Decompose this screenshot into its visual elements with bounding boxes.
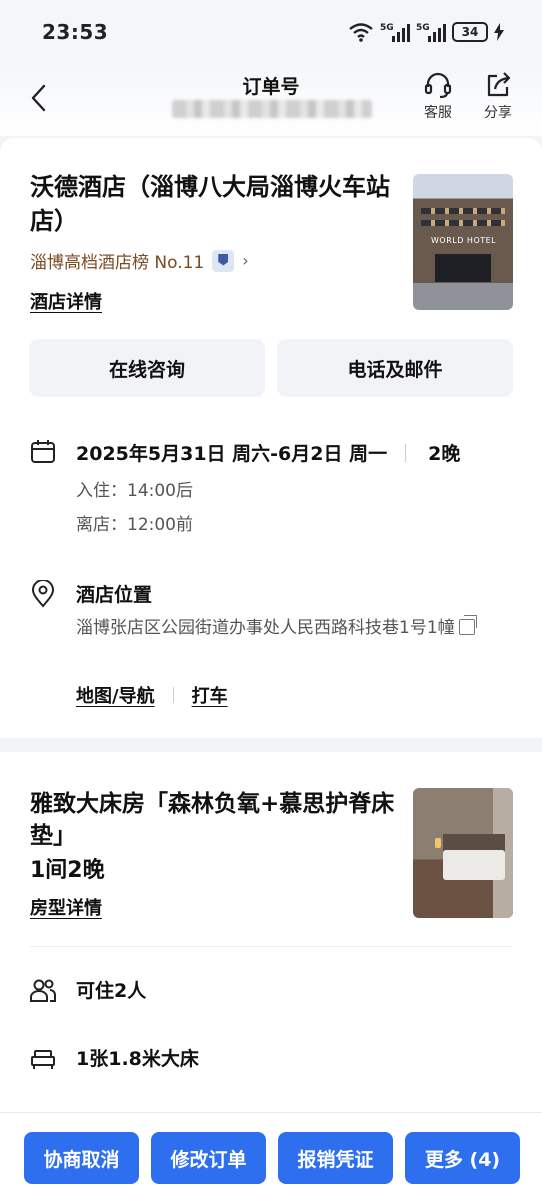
- room-quantity: 1间2晚: [30, 858, 105, 883]
- map-navigation-link[interactable]: 地图/导航: [76, 682, 155, 708]
- chevron-right-icon: ›: [242, 251, 249, 270]
- hotel-address: 淄博张店区公园街道办事处人民西路科技巷1号1幢: [76, 614, 516, 642]
- rank-badge-icon: [212, 249, 235, 272]
- customer-service-label: 客服: [424, 105, 452, 121]
- room-name: 雅致大床房「森林负氧+慕思护脊床垫」: [30, 791, 395, 849]
- occupancy-row: 可住2人: [30, 976, 146, 1003]
- location-title: 酒店位置: [76, 584, 153, 606]
- hotel-photo-sign: WORLD HOTEL: [431, 236, 497, 245]
- hotel-rank-text: 淄博高档酒店榜 No.11: [30, 253, 205, 273]
- location-pin-icon: [31, 580, 55, 608]
- online-consult-button[interactable]: 在线咨询: [29, 339, 265, 397]
- contact-buttons: 在线咨询 电话及邮件: [29, 339, 513, 397]
- headset-icon: [424, 72, 452, 99]
- bed-row: 1张1.8米大床: [30, 1044, 199, 1071]
- status-bar: 23:53 5G 5G 34: [0, 0, 542, 64]
- hotel-name: 沃德酒店（淄博八大局淄博火车站店）: [30, 173, 390, 235]
- share-label: 分享: [484, 105, 512, 121]
- hotel-photo[interactable]: WORLD HOTEL: [413, 174, 513, 310]
- header: 订单号 客服 分享: [0, 64, 542, 136]
- copy-icon[interactable]: [458, 615, 477, 635]
- customer-service-button[interactable]: 客服: [414, 70, 462, 122]
- checkout-time: 离店：12:00前: [76, 515, 193, 535]
- modify-order-button[interactable]: 修改订单: [151, 1132, 266, 1184]
- phone-email-button[interactable]: 电话及邮件: [277, 339, 513, 397]
- order-number-redacted: [172, 100, 372, 118]
- location-links: 地图/导航 打车: [76, 682, 228, 708]
- divider: [30, 946, 512, 947]
- share-button[interactable]: 分享: [474, 70, 522, 122]
- status-icons: 5G 5G 34: [348, 21, 504, 43]
- wifi-icon: [349, 23, 373, 42]
- calendar-icon: [31, 440, 55, 463]
- status-time: 23:53: [42, 20, 109, 44]
- hotel-address-text: 淄博张店区公园街道办事处人民西路科技巷1号1幢: [76, 618, 455, 638]
- stay-dates: 2025年5月31日 周六-6月2日 周一 2晚: [76, 439, 460, 466]
- negotiate-cancel-button[interactable]: 协商取消: [24, 1132, 139, 1184]
- svg-text:5G: 5G: [380, 23, 394, 33]
- room-detail-link[interactable]: 房型详情: [30, 894, 102, 920]
- stay-nights: 2晚: [428, 443, 461, 465]
- hotel-rank-link[interactable]: 淄博高档酒店榜 No.11 ›: [30, 248, 249, 273]
- room-card: 雅致大床房「森林负氧+慕思护脊床垫」 1间2晚 房型详情 可住2人 1张1.8米…: [0, 752, 542, 1112]
- share-icon: [487, 72, 511, 97]
- bottom-action-bar: 协商取消 修改订单 报销凭证 更多 (4): [0, 1112, 542, 1200]
- occupancy-text: 可住2人: [76, 980, 147, 1002]
- battery-icon: 34: [452, 22, 488, 42]
- svg-text:5G: 5G: [416, 23, 430, 33]
- room-photo[interactable]: [413, 788, 513, 918]
- signal-icon: 5G: [380, 23, 410, 42]
- more-button[interactable]: 更多 (4): [405, 1132, 520, 1184]
- checkin-time: 入住：14:00后: [76, 481, 193, 501]
- hotel-card: 沃德酒店（淄博八大局淄博火车站店） 淄博高档酒店榜 No.11 › 酒店详情 W…: [0, 138, 542, 738]
- invoice-button[interactable]: 报销凭证: [278, 1132, 393, 1184]
- bed-text: 1张1.8米大床: [76, 1048, 199, 1070]
- people-icon: [30, 979, 56, 1002]
- charging-icon: [494, 23, 504, 41]
- stay-date-range: 2025年5月31日 周六-6月2日 周一: [76, 443, 388, 465]
- taxi-link[interactable]: 打车: [192, 682, 228, 708]
- bed-icon: [31, 1049, 55, 1069]
- signal-icon: 5G: [416, 23, 446, 42]
- hotel-detail-link[interactable]: 酒店详情: [30, 288, 102, 314]
